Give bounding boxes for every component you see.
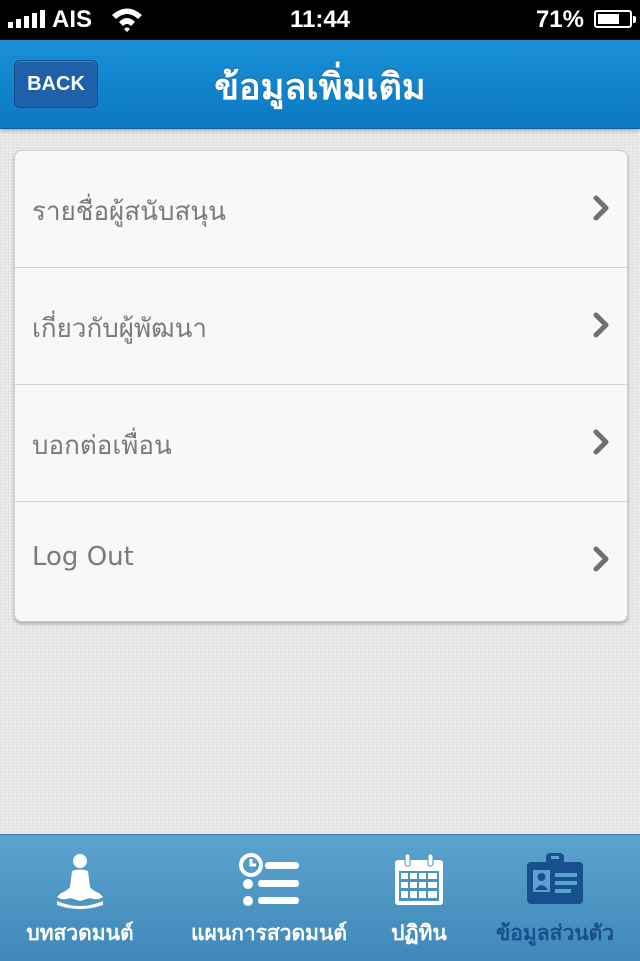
navigation-bar: BACK ข้อมูลเพิ่มเติม bbox=[0, 40, 640, 129]
tab-calendar[interactable]: ปฏิทิน bbox=[378, 835, 460, 961]
menu-item-sponsors[interactable]: รายชื่อผู้สนับสนุน bbox=[15, 151, 627, 268]
menu-item-label: Log Out bbox=[32, 542, 134, 572]
menu-item-label: รายชื่อผู้สนับสนุน bbox=[32, 197, 226, 227]
tab-label: ข้อมูลส่วนตัว bbox=[495, 921, 615, 945]
chevron-right-icon bbox=[593, 546, 609, 572]
calendar-icon bbox=[395, 853, 443, 905]
settings-menu: รายชื่อผู้สนับสนุน เกี่ยวกับผู้พัฒนา บอก… bbox=[14, 150, 628, 622]
menu-item-tell-friends[interactable]: บอกต่อเพื่อน bbox=[15, 385, 627, 502]
menu-item-label: เกี่ยวกับผู้พัฒนา bbox=[32, 314, 207, 344]
tab-chant-plan[interactable]: แผนการสวดมนต์ bbox=[160, 835, 378, 961]
chevron-right-icon bbox=[593, 429, 609, 455]
id-card-icon bbox=[527, 853, 583, 904]
battery-icon bbox=[594, 10, 636, 28]
tab-label: บทสวดมนต์ bbox=[26, 921, 134, 945]
tab-label: แผนการสวดมนต์ bbox=[190, 921, 348, 945]
menu-item-about-developer[interactable]: เกี่ยวกับผู้พัฒนา bbox=[15, 268, 627, 385]
page-title: ข้อมูลเพิ่มเติม bbox=[214, 67, 426, 108]
tab-label: ปฏิทิน bbox=[391, 921, 447, 945]
schedule-list-icon bbox=[239, 853, 299, 906]
meditation-icon bbox=[57, 854, 103, 909]
menu-item-label: บอกต่อเพื่อน bbox=[32, 431, 172, 461]
tab-bar: บทสวดมนต์ แผนการสวดมนต์ ปฏิทิน ข้อมูลส่ว… bbox=[0, 834, 640, 961]
battery-percentage: 71% bbox=[535, 6, 584, 33]
tab-profile[interactable]: ข้อมูลส่วนตัว bbox=[470, 835, 640, 961]
chevron-right-icon bbox=[593, 195, 609, 221]
status-bar: AIS 11:44 71% bbox=[0, 0, 640, 40]
chevron-right-icon bbox=[593, 312, 609, 338]
tab-chants[interactable]: บทสวดมนต์ bbox=[0, 835, 160, 961]
menu-item-log-out[interactable]: Log Out bbox=[15, 502, 627, 619]
